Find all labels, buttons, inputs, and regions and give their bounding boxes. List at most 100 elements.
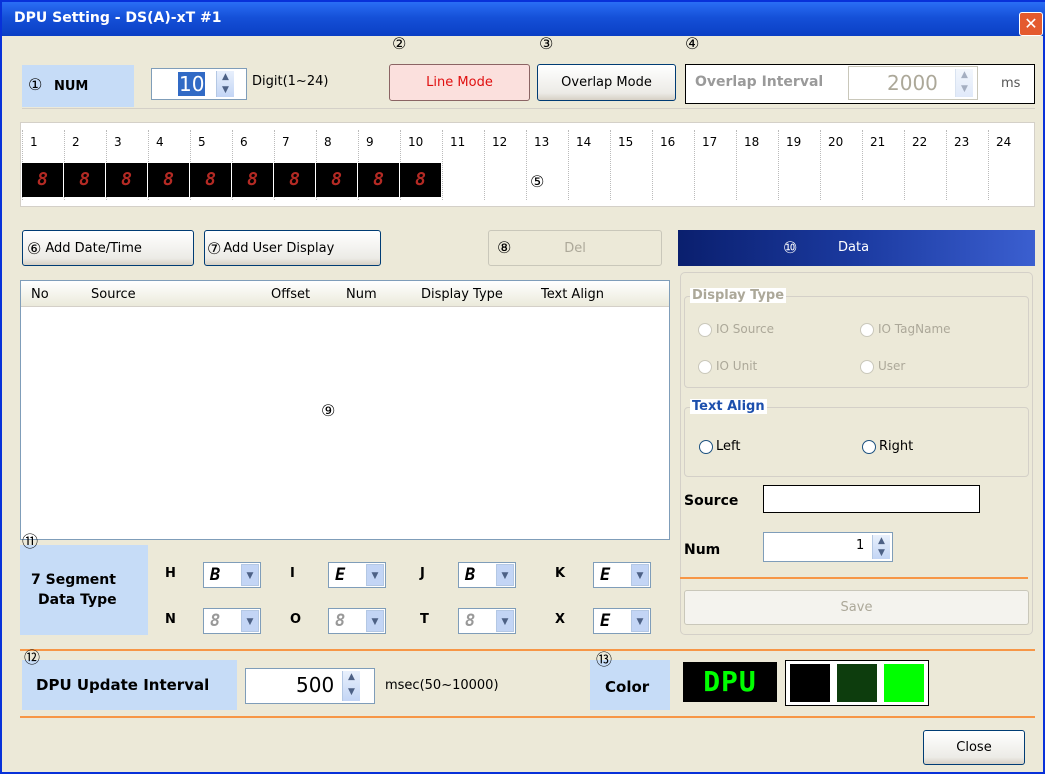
update-interval-spin[interactable]: ▲ ▼ xyxy=(342,671,360,701)
segment-glyph: B xyxy=(465,565,476,585)
segment-glyph: E xyxy=(600,565,611,585)
digit-separator xyxy=(484,130,485,200)
digit-header: 23 xyxy=(954,135,970,149)
segment-key-label: O xyxy=(290,612,302,627)
digit-header: 13 xyxy=(534,135,550,149)
digit-header: 11 xyxy=(450,135,466,149)
digit-segment[interactable]: 8 xyxy=(64,163,105,197)
marker-7: ⑦ xyxy=(207,238,222,258)
color-swatch-off[interactable] xyxy=(790,664,830,702)
digit-segment[interactable]: 8 xyxy=(190,163,231,197)
digit-header: 22 xyxy=(912,135,928,149)
num-spin[interactable]: ▲ ▼ xyxy=(216,71,234,97)
segment-type-select[interactable]: E ▼ xyxy=(593,562,651,588)
segment-type-select[interactable]: 8 ▼ xyxy=(203,608,261,634)
overlap-interval-value: 2000 xyxy=(887,71,938,95)
radio-io-unit xyxy=(698,360,712,374)
radio-left[interactable] xyxy=(699,440,713,454)
chevron-down-icon[interactable]: ▼ xyxy=(631,610,649,632)
chevron-down-icon[interactable]: ▼ xyxy=(366,564,384,586)
digit-header: 3 xyxy=(114,135,122,149)
digit-segment[interactable]: 8 xyxy=(232,163,273,197)
chevron-down-icon[interactable]: ▼ xyxy=(366,610,384,632)
spin-up-icon: ▲ xyxy=(961,70,968,80)
color-label: Color xyxy=(605,678,650,696)
num-field-stepper[interactable]: 1 ▲ ▼ xyxy=(763,532,893,562)
add-user-display-button[interactable]: ⑦ Add User Display xyxy=(204,230,381,266)
spin-up-icon: ▲ xyxy=(878,536,885,546)
digit-segment[interactable]: 8 xyxy=(316,163,357,197)
column-display-type[interactable]: Display Type xyxy=(421,287,503,302)
divider xyxy=(22,108,1035,109)
digit-header: 16 xyxy=(660,135,676,149)
segment-type-select[interactable]: E ▼ xyxy=(328,562,386,588)
color-swatch-on[interactable] xyxy=(884,664,924,702)
digit-header: 9 xyxy=(366,135,374,149)
window-title: DPU Setting - DS(A)-xT #1 xyxy=(14,10,222,26)
chevron-down-icon[interactable]: ▼ xyxy=(241,610,259,632)
column-source[interactable]: Source xyxy=(91,287,136,302)
divider xyxy=(20,716,1035,718)
title-bar: DPU Setting - DS(A)-xT #1 ✕ xyxy=(2,2,1045,36)
marker-4: ④ xyxy=(685,34,700,53)
update-interval-hint: msec(50~10000) xyxy=(385,678,499,693)
line-mode-button[interactable]: Line Mode xyxy=(389,64,530,101)
divider xyxy=(680,577,1028,579)
chevron-down-icon[interactable]: ▼ xyxy=(631,564,649,586)
digit-separator xyxy=(946,130,947,200)
update-interval-stepper[interactable]: 500 ▲ ▼ xyxy=(245,668,375,704)
digit-segment[interactable]: 8 xyxy=(22,163,63,197)
overlap-mode-button[interactable]: Overlap Mode xyxy=(537,64,676,101)
radio-io-source xyxy=(698,323,712,337)
digit-segment[interactable]: 8 xyxy=(400,163,441,197)
digit-segment[interactable]: 8 xyxy=(106,163,147,197)
digit-separator xyxy=(694,130,695,200)
radio-io-source-label: IO Source xyxy=(716,322,775,336)
digit-separator xyxy=(904,130,905,200)
num-field-spin[interactable]: ▲ ▼ xyxy=(872,535,890,559)
color-preview: DPU xyxy=(683,662,777,702)
spin-up-icon: ▲ xyxy=(222,72,229,82)
add-datetime-button[interactable]: ⑥ Add Date/Time xyxy=(22,230,194,266)
digit-header: 24 xyxy=(996,135,1012,149)
chevron-down-icon[interactable]: ▼ xyxy=(496,564,514,586)
spin-down-icon: ▼ xyxy=(878,548,885,558)
segment-glyph: 8 xyxy=(335,611,346,631)
source-input[interactable] xyxy=(763,485,980,513)
column-text-align[interactable]: Text Align xyxy=(541,287,604,302)
digit-separator xyxy=(652,130,653,200)
digit-header: 20 xyxy=(828,135,844,149)
column-no[interactable]: No xyxy=(31,287,49,302)
digit-segment[interactable]: 8 xyxy=(274,163,315,197)
digit-segment[interactable]: 8 xyxy=(148,163,189,197)
display-list-table[interactable]: No Source Offset Num Display Type Text A… xyxy=(20,280,670,540)
marker-3: ③ xyxy=(539,34,554,53)
digit-header: 5 xyxy=(198,135,206,149)
color-swatch-dim[interactable] xyxy=(837,664,877,702)
add-datetime-label: Add Date/Time xyxy=(45,240,142,256)
save-button: Save xyxy=(684,590,1029,625)
digit-segment[interactable]: 8 xyxy=(358,163,399,197)
segment-glyph: 8 xyxy=(465,611,476,631)
segment-type-select[interactable]: E ▼ xyxy=(593,608,651,634)
save-label: Save xyxy=(840,600,873,615)
segment-type-select[interactable]: 8 ▼ xyxy=(458,608,516,634)
digit-header: 19 xyxy=(786,135,802,149)
segment-type-select[interactable]: 8 ▼ xyxy=(328,608,386,634)
num-stepper[interactable]: 10 ▲ ▼ xyxy=(151,68,247,100)
segment-type-select[interactable]: B ▼ xyxy=(203,562,261,588)
chevron-down-icon[interactable]: ▼ xyxy=(241,564,259,586)
chevron-down-icon[interactable]: ▼ xyxy=(496,610,514,632)
segment-glyph: 8 xyxy=(210,611,221,631)
segment-key-label: X xyxy=(555,612,566,627)
add-user-display-label: Add User Display xyxy=(223,240,335,256)
digit-header: 2 xyxy=(72,135,80,149)
radio-right[interactable] xyxy=(862,440,876,454)
close-button[interactable]: Close xyxy=(923,730,1025,765)
display-type-label: Display Type xyxy=(690,288,787,303)
column-num[interactable]: Num xyxy=(346,287,377,302)
digit-header: 21 xyxy=(870,135,886,149)
close-icon[interactable]: ✕ xyxy=(1019,12,1043,36)
segment-type-select[interactable]: B ▼ xyxy=(458,562,516,588)
column-offset[interactable]: Offset xyxy=(271,287,310,302)
